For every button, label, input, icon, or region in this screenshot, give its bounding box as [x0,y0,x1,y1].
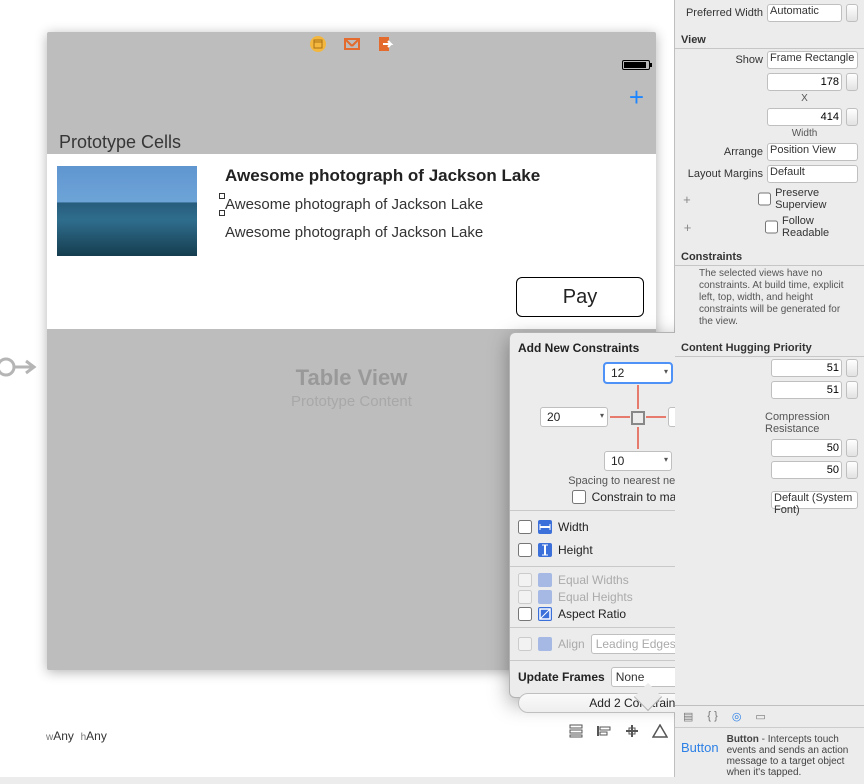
hug-v-field[interactable] [771,381,842,399]
lib-code-icon[interactable]: { } [707,710,717,723]
cell-title-label[interactable]: Awesome photograph of Jackson Lake [225,166,540,186]
res-v-field[interactable] [771,461,842,479]
left-spacing-field[interactable]: 20▾ [540,407,608,427]
top-strut[interactable] [637,385,639,409]
library-toolbar: ▤ { } ◎ ▭ [675,706,864,728]
status-bar [610,60,650,82]
center-box-icon [631,411,645,425]
pref-width-stepper[interactable] [846,4,858,22]
layout-margins-select[interactable]: Default [767,165,858,183]
segue-arrow-icon [0,352,38,385]
width-field[interactable] [767,108,842,126]
width-icon [538,520,552,534]
selection-handle[interactable] [219,210,225,216]
width-stepper[interactable] [846,108,858,126]
right-strut[interactable] [646,416,666,418]
follow-label: Follow Readable [782,215,858,239]
cell-subtitle-2[interactable]: Awesome photograph of Jackson Lake [225,224,483,241]
object-library: ▤ { } ◎ ▭ Button Button - Intercepts tou… [675,705,864,777]
equal-widths-label: Equal Widths [558,573,629,587]
lib-file-icon[interactable]: ▤ [683,710,693,723]
aspect-ratio-icon [538,607,552,621]
equal-widths-checkbox [518,573,532,587]
show-select[interactable]: Frame Rectangle [767,51,858,69]
pin-icon[interactable] [624,724,640,741]
prototype-cell[interactable]: Awesome photograph of Jackson Lake Aweso… [47,154,656,329]
hug-h-field[interactable] [771,359,842,377]
arrange-select[interactable]: Position View [767,143,858,161]
res-h-stepper[interactable] [846,439,858,457]
add-trait-button[interactable]: + [681,192,693,207]
x-stepper[interactable] [846,73,858,91]
height-checkbox[interactable] [518,543,532,557]
height-icon [538,543,552,557]
follow-readable-checkbox[interactable] [765,220,778,234]
first-responder-icon[interactable] [343,35,361,53]
hug-v-stepper[interactable] [846,381,858,399]
align-popover-icon [538,637,552,651]
equal-widths-icon [538,573,552,587]
aspect-ratio-checkbox[interactable] [518,607,532,621]
res-h-field[interactable] [771,439,842,457]
layout-margins-label: Layout Margins [681,168,763,180]
view-controller-icon[interactable] [309,35,327,53]
add-trait-button-2[interactable]: + [681,220,694,235]
pref-width-select[interactable]: Automatic [767,4,842,22]
apple-pay-button[interactable]: Pay [516,277,644,317]
selection-handle[interactable] [219,193,225,199]
lib-media-icon[interactable]: ▭ [755,710,765,723]
view-section-header: View [675,30,864,49]
bottom-spacing-field[interactable]: 10▾ [604,451,672,471]
update-frames-label: Update Frames [518,670,605,684]
top-spacing-field[interactable]: 12▾ [604,363,672,383]
cell-image-view[interactable] [57,166,197,256]
left-strut[interactable] [610,416,630,418]
cell-subtitle-1[interactable]: Awesome photograph of Jackson Lake [225,196,483,213]
align-label: Align [558,637,585,651]
apple-pay-label: Pay [563,286,597,309]
lib-object-icon[interactable]: ◎ [732,710,742,723]
preserve-superview-checkbox[interactable] [758,192,771,206]
width-sublabel: Width [767,128,842,139]
constraints-note: The selected views have no constraints. … [675,266,864,332]
scene-icons [47,24,656,64]
size-inspector: Preferred Width Automatic View Show Frame … [675,0,864,777]
stack-icon[interactable] [568,724,584,741]
x-sublabel: X [767,93,842,104]
show-label: Show [681,54,763,66]
prototype-cells-header: Prototype Cells [59,132,181,153]
height-label: Height [558,543,682,557]
res-v-stepper[interactable] [846,461,858,479]
exit-icon[interactable] [377,35,395,53]
hug-h-stepper[interactable] [846,359,858,377]
size-class-control[interactable]: wAny hAny [46,729,107,743]
font-select[interactable]: Default (System Font) [771,491,858,509]
plus-icon: + [629,82,644,112]
align-icon[interactable] [596,724,612,741]
library-item-text: Button - Intercepts touch events and sen… [727,734,858,778]
resistance-section-header: Compression Resistance [675,407,864,437]
library-item-preview: Button [681,734,719,778]
nav-add-button[interactable]: + [629,82,644,113]
constraints-section-header: Constraints [675,247,864,266]
bottom-strut[interactable] [637,427,639,449]
arrange-label: Arrange [681,146,763,158]
battery-icon [622,60,650,70]
cell-subtitle-1-text: Awesome photograph of Jackson Lake [225,196,483,213]
pref-width-label: Preferred Width [681,7,763,19]
layout-bar [568,724,668,741]
hugging-section-header: Content Hugging Priority [675,338,864,357]
align-checkbox [518,637,532,651]
resolve-icon[interactable] [652,724,668,741]
equal-heights-label: Equal Heights [558,590,633,604]
preserve-label: Preserve Superview [775,187,858,211]
equal-heights-checkbox [518,590,532,604]
aspect-ratio-label: Aspect Ratio [558,607,626,621]
x-field[interactable] [767,73,842,91]
width-label: Width [558,520,682,534]
width-checkbox[interactable] [518,520,532,534]
constrain-margins-checkbox[interactable] [572,490,586,504]
equal-heights-icon [538,590,552,604]
library-item-button[interactable]: Button Button - Intercepts touch events … [675,728,864,784]
